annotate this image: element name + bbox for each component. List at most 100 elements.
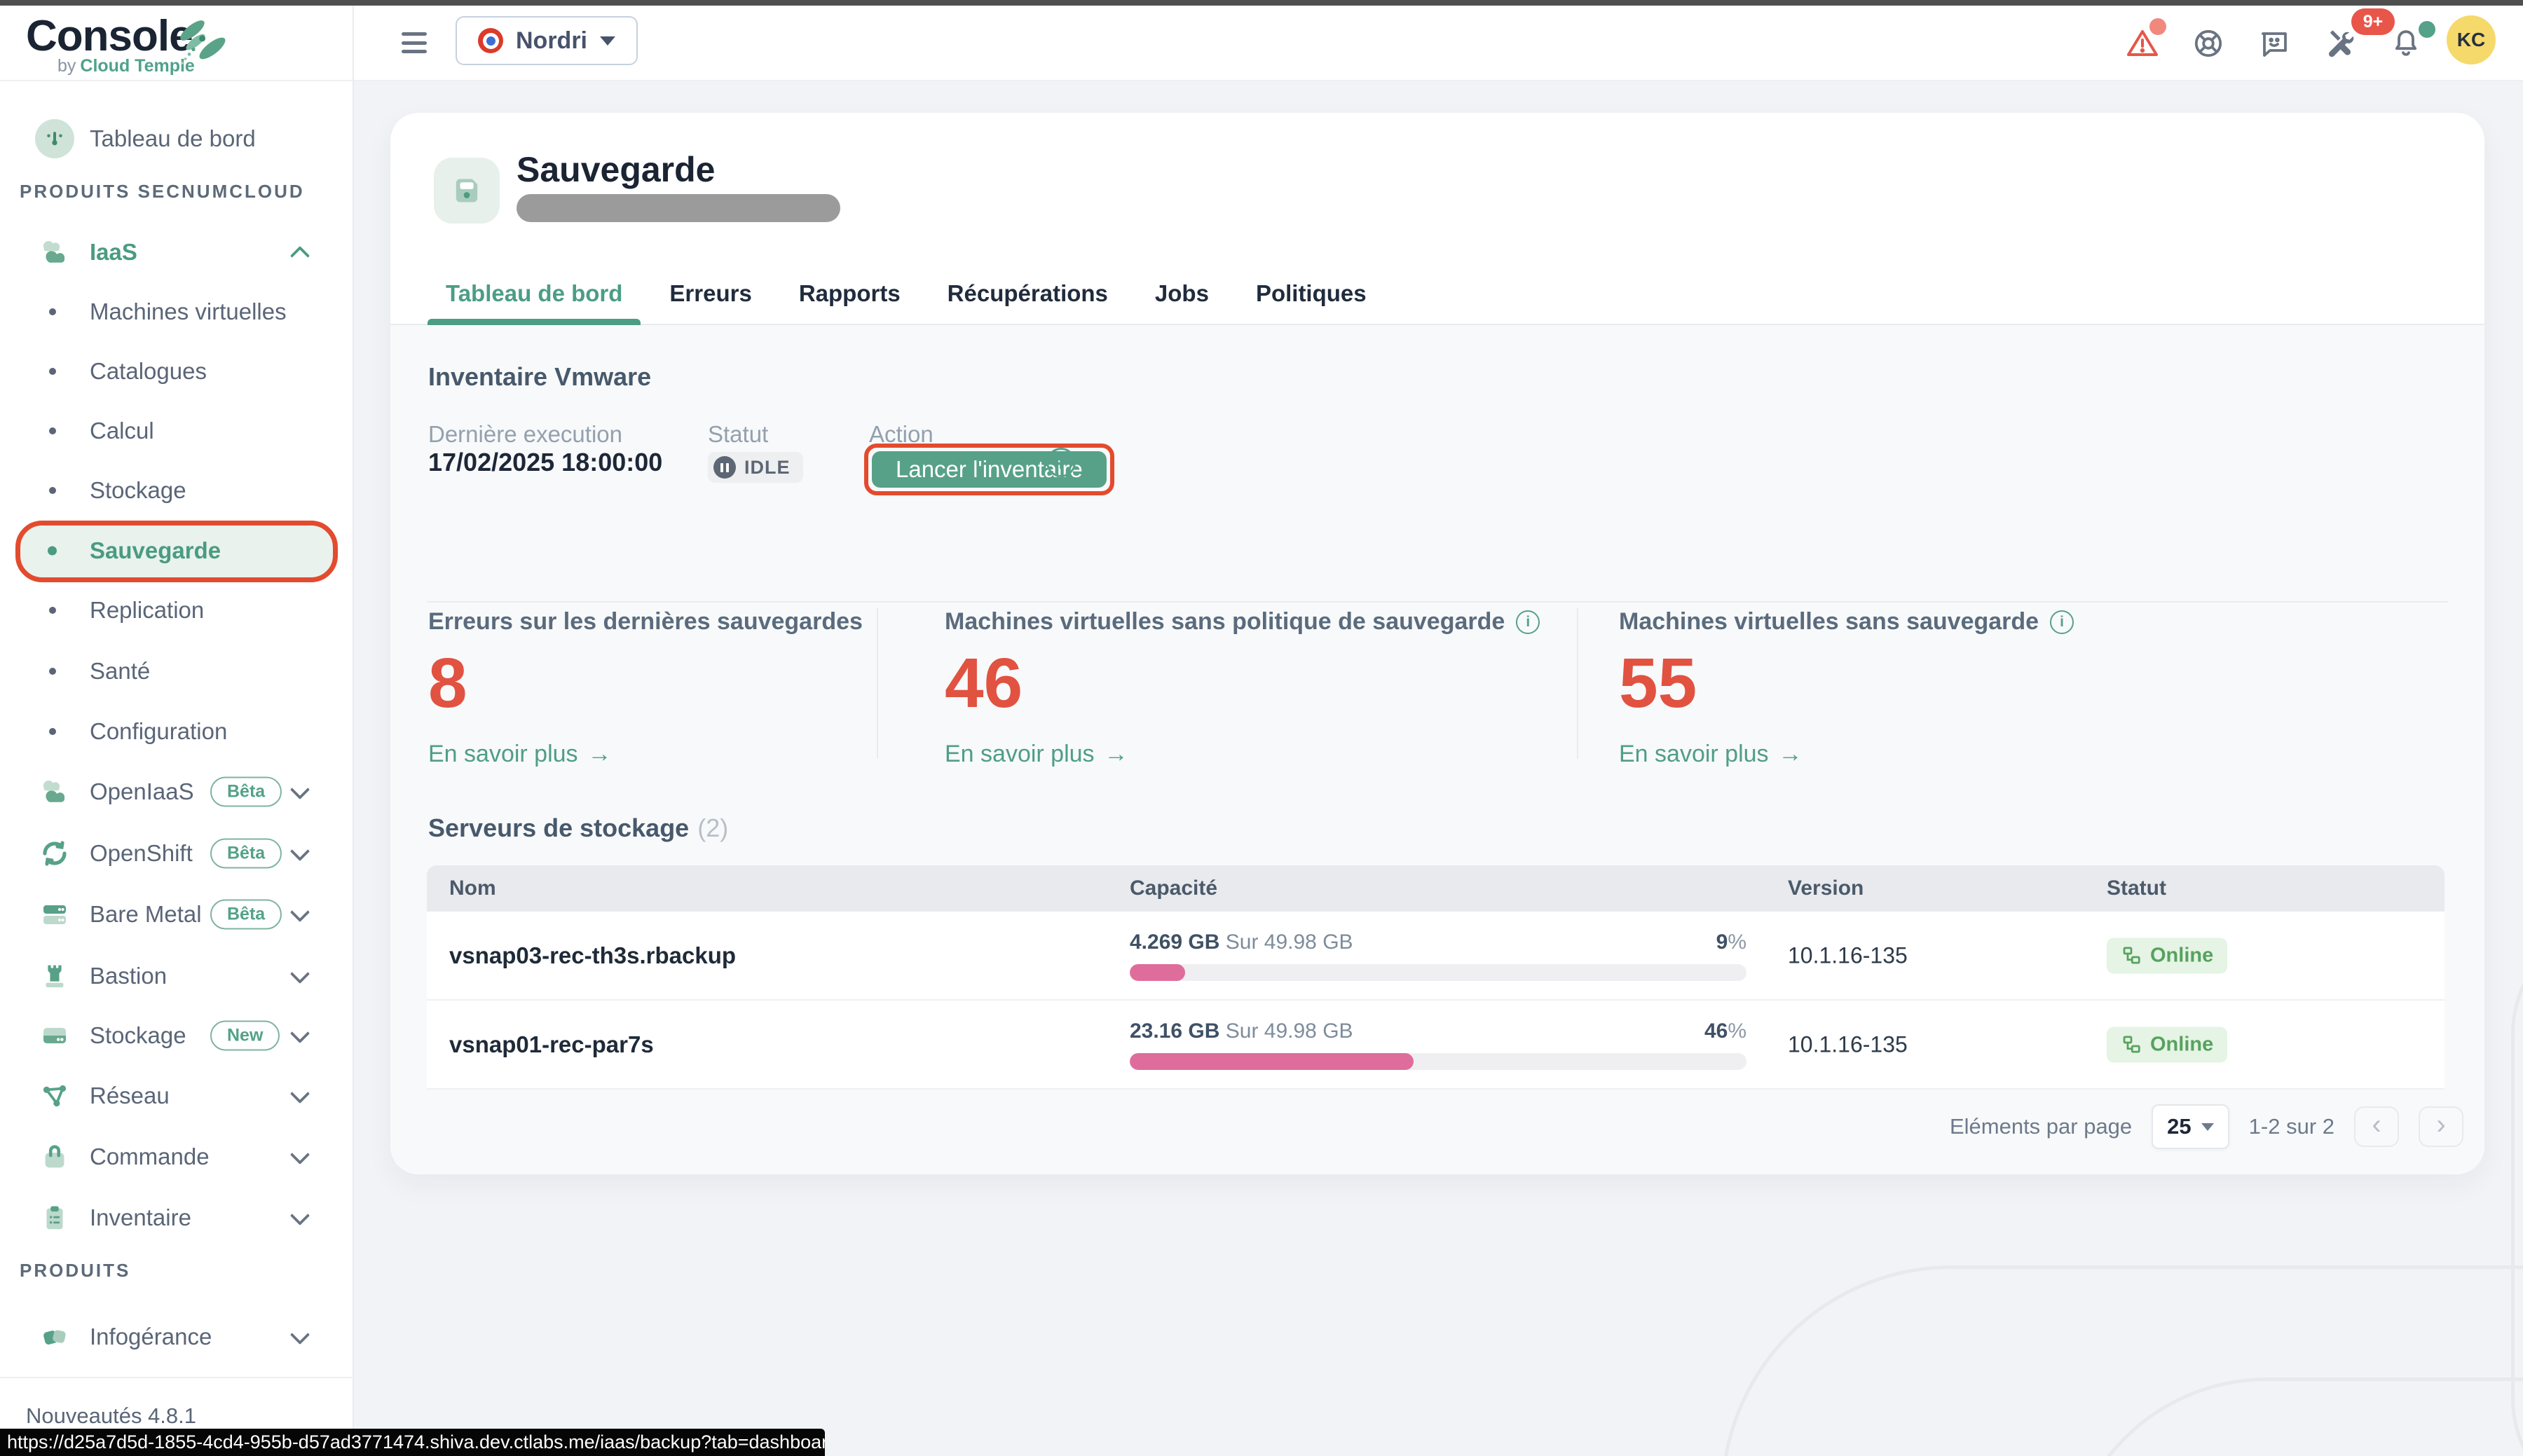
sidebar-item-calcul[interactable]: Calcul [0,406,354,455]
drive-icon [35,1016,74,1055]
bullet-icon [48,547,57,556]
column-header-nom: Nom [449,877,496,900]
stat-link[interactable]: En savoir plus→ [945,741,1575,768]
next-page-button[interactable]: › [2419,1106,2463,1147]
sidebar-item-machines-virtuelles[interactable]: Machines virtuelles [0,287,354,336]
sidebar-item-stockage-produit[interactable]: Stockage New [0,1011,354,1060]
table-header: Nom Capacité Version Statut [427,865,2445,912]
sidebar-item-stockage-iaas[interactable]: Stockage [0,466,354,515]
tools-icon[interactable] [2323,27,2357,60]
stat-link[interactable]: En savoir plus→ [1619,741,2250,768]
sidebar-item-sauvegarde[interactable]: Sauvegarde [0,526,354,575]
page-size-select[interactable]: 25 [2152,1104,2229,1149]
notifications-bell-icon[interactable] [2389,27,2423,60]
hamburger-menu-icon[interactable] [402,32,427,53]
sidebar-item-replication[interactable]: Replication [0,586,354,635]
whats-new-link[interactable]: Nouveautés 4.8.1 [26,1403,196,1429]
logo[interactable]: Console byCloud Temple [0,6,353,81]
chevron-down-icon [290,1325,310,1345]
help-lifebuoy-icon[interactable] [2192,27,2225,60]
sidebar-item-configuration[interactable]: Configuration [0,707,354,756]
organization-selector[interactable]: Nordri [456,16,638,65]
sidebar-item-catalogues[interactable]: Catalogues [0,347,354,396]
sidebar-item-bare-metal[interactable]: Bare Metal Bêta [0,890,354,939]
tab-rapports[interactable]: Rapports [799,262,901,325]
capacity-text: 4.269 GB Sur 49.98 GB [1130,930,1353,954]
capacity-percent: 9% [1716,930,1746,954]
info-icon[interactable]: i [1046,448,1076,477]
info-icon[interactable]: i [1516,610,1540,634]
previous-page-button[interactable]: ‹ [2354,1106,2399,1147]
sidebar-item-infogerance[interactable]: Infogérance [0,1312,354,1361]
beta-badge: Bêta [210,777,282,807]
sidebar-item-tableau-de-bord[interactable]: Tableau de bord [0,114,354,163]
sidebar: Console byCloud Temple Tableau de bord P… [0,6,354,1456]
inventory-section-title: Inventaire Vmware [428,362,651,392]
divider [877,608,878,759]
sidebar-section-secnumcloud: PRODUITS SECNUMCLOUD [20,181,305,202]
tab-jobs[interactable]: Jobs [1155,262,1209,325]
avatar[interactable]: KC [2447,15,2496,64]
sidebar-item-inventaire[interactable]: Inventaire [0,1193,354,1242]
sidebar-item-openshift[interactable]: OpenShift Bêta [0,829,354,878]
sidebar-item-openiaas[interactable]: OpenIaaS Bêta [0,767,354,816]
bullet-icon [49,728,56,735]
sidebar-item-label: Machines virtuelles [90,298,287,325]
items-per-page-label: Eléments par page [1950,1114,2132,1139]
status-value: IDLE [744,457,791,479]
table-row[interactable]: vsnap01-rec-par7s 23.16 GB Sur 49.98 GB … [427,1001,2445,1090]
organization-icon [478,28,503,53]
sidebar-item-label: Calcul [90,418,154,444]
main-content: Sauvegarde Tableau de bord Erreurs Rappo… [354,81,2523,1456]
stat-link[interactable]: En savoir plus→ [428,741,849,768]
sidebar-item-label: Replication [90,597,204,624]
online-status-badge: Online [2107,1026,2227,1062]
tower-icon [35,956,74,996]
server-name: vsnap03-rec-th3s.rbackup [449,942,736,969]
arrow-right-icon: → [588,741,612,768]
caret-down-icon [2201,1123,2214,1131]
sidebar-section-produits: PRODUITS [20,1260,130,1282]
status-label: Statut [708,421,768,448]
action-highlight-outline: Lancer l'inventaire [864,444,1114,495]
bullet-icon [49,427,56,434]
capacity-bar-track [1130,1053,1746,1070]
sidebar-item-reseau[interactable]: Réseau [0,1071,354,1120]
sidebar-item-label: Tableau de bord [90,125,256,152]
sidebar-item-label: OpenIaaS [90,778,194,805]
link-preview-statusbar: https://d25a7d5d-1855-4cd4-955b-d57ad377… [0,1429,825,1456]
refresh-icon [35,834,74,873]
column-header-capacite: Capacité [1130,877,1217,900]
servers-icon [35,895,74,934]
network-status-icon [2121,1034,2142,1055]
handshake-icon [35,1317,74,1357]
sidebar-item-bastion[interactable]: Bastion [0,952,354,1001]
server-version: 10.1.16-135 [1788,942,1908,968]
topbar: Nordri 9+ KC [354,6,2523,81]
tab-recuperations[interactable]: Récupérations [948,262,1108,325]
sidebar-item-commande[interactable]: Commande [0,1132,354,1181]
shopping-bag-icon [35,1137,74,1176]
bullet-icon [49,668,56,675]
sidebar-item-label: Infogérance [90,1324,212,1350]
sidebar-item-label: OpenShift [90,840,193,867]
sidebar-item-label: Commande [90,1143,210,1170]
page-card: Sauvegarde Tableau de bord Erreurs Rappo… [390,113,2484,1174]
tab-erreurs[interactable]: Erreurs [669,262,751,325]
tools-count-badge: 9+ [2351,8,2395,35]
storage-count: (2) [697,813,728,842]
status-badge: IDLE [708,452,803,483]
stat-card-erreurs: Erreurs sur les dernières sauvegardes 8 … [428,608,849,768]
chevron-down-icon [290,1084,310,1104]
arrow-right-icon: → [1779,741,1803,768]
feedback-chat-icon[interactable] [2257,27,2291,60]
sidebar-item-label: Sauvegarde [90,537,221,564]
server-name: vsnap01-rec-par7s [449,1031,654,1058]
table-row[interactable]: vsnap03-rec-th3s.rbackup 4.269 GB Sur 49… [427,912,2445,1001]
info-icon[interactable]: i [2050,610,2074,634]
sidebar-item-label: IaaS [90,239,137,266]
sidebar-item-sante[interactable]: Santé [0,647,354,696]
sidebar-item-iaas[interactable]: IaaS [0,228,354,277]
tab-politiques[interactable]: Politiques [1256,262,1367,325]
tab-tableau-de-bord[interactable]: Tableau de bord [446,262,622,325]
